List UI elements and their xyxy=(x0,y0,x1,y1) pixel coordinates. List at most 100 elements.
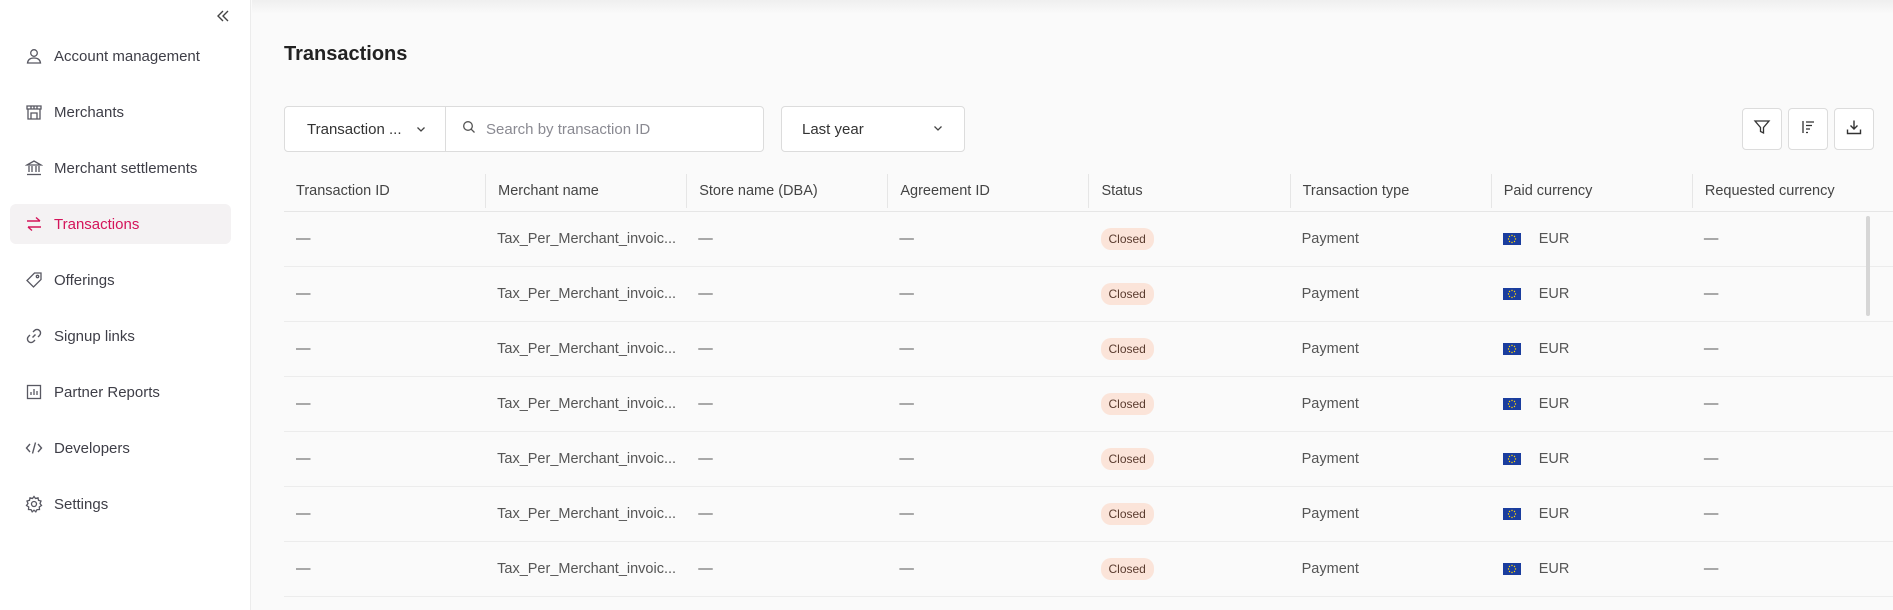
code-icon xyxy=(24,438,44,458)
sidebar-item-partner-reports[interactable]: Partner Reports xyxy=(10,372,231,412)
cell-store-name: — xyxy=(698,341,713,357)
table-header: Transaction ID Merchant name Store name … xyxy=(284,170,1893,212)
eu-flag-icon xyxy=(1502,343,1521,355)
eu-flag-icon xyxy=(1502,398,1521,410)
cell-merchant-name: Tax_Per_Merchant_invoic... xyxy=(497,561,677,577)
filter-icon xyxy=(1753,118,1771,141)
main-content: Transactions Transaction ... Last yea xyxy=(252,0,1893,610)
cell-transaction-type: Payment xyxy=(1301,451,1359,467)
status-badge: Closed xyxy=(1100,338,1154,360)
table-row[interactable]: — Tax_Per_Merchant_invoic... — — Closed Payme… xyxy=(284,432,1893,487)
cell-status: Closed xyxy=(1089,228,1290,250)
cell-status: Closed xyxy=(1089,448,1290,470)
cell-status: Closed xyxy=(1089,503,1290,525)
sidebar-item-label: Partner Reports xyxy=(54,383,160,401)
sidebar-nav: Account management Merchants Merchant se… xyxy=(10,36,231,540)
app-root: Account management Merchants Merchant se… xyxy=(0,0,1893,610)
currency-code: EUR xyxy=(1538,561,1570,577)
transactions-table: Transaction ID Merchant name Store name … xyxy=(284,170,1893,597)
search-input[interactable] xyxy=(486,120,746,138)
cell-transaction-id: — xyxy=(296,286,311,302)
period-select[interactable]: Last year xyxy=(781,106,965,152)
sidebar-item-developers[interactable]: Developers xyxy=(10,428,231,468)
search-icon xyxy=(462,120,476,139)
cell-transaction-id: — xyxy=(296,231,311,247)
column-header-paid-currency[interactable]: Paid currency xyxy=(1490,173,1692,208)
period-value: Last year xyxy=(802,120,864,138)
column-header-agreement-id[interactable]: Agreement ID xyxy=(887,173,1088,208)
gear-icon xyxy=(24,494,44,514)
sort-icon xyxy=(1799,118,1817,141)
sidebar-item-merchants[interactable]: Merchants xyxy=(10,92,231,132)
cell-transaction-type: Payment xyxy=(1301,231,1359,247)
sidebar-item-account-management[interactable]: Account management xyxy=(10,36,231,76)
column-header-store-name[interactable]: Store name (DBA) xyxy=(686,173,887,208)
cell-agreement-id: — xyxy=(899,396,914,412)
status-badge: Closed xyxy=(1100,503,1154,525)
download-button[interactable] xyxy=(1834,108,1874,150)
cell-transaction-id: — xyxy=(296,451,311,467)
sort-button[interactable] xyxy=(1788,108,1828,150)
sidebar-item-label: Merchants xyxy=(54,103,125,121)
table-body: — Tax_Per_Merchant_invoic... — — Closed Payme… xyxy=(284,212,1893,597)
sidebar-item-signup-links[interactable]: Signup links xyxy=(10,316,231,356)
cell-agreement-id: — xyxy=(899,341,914,357)
column-header-transaction-type[interactable]: Transaction type xyxy=(1289,173,1491,208)
cell-requested-currency: — xyxy=(1703,451,1719,467)
link-icon xyxy=(24,326,44,346)
status-badge: Closed xyxy=(1100,393,1154,415)
column-header-transaction-id[interactable]: Transaction ID xyxy=(284,174,485,208)
cell-transaction-type: Payment xyxy=(1301,396,1359,412)
table-row[interactable]: — Tax_Per_Merchant_invoic... — — Closed Payme… xyxy=(284,487,1893,542)
cell-transaction-id: — xyxy=(296,341,311,357)
cell-transaction-type: Payment xyxy=(1301,341,1359,357)
cell-transaction-type: Payment xyxy=(1301,561,1359,577)
sidebar-item-offerings[interactable]: Offerings xyxy=(10,260,231,300)
transfer-arrows-icon xyxy=(24,214,44,234)
cell-requested-currency: — xyxy=(1703,396,1719,412)
column-header-merchant-name[interactable]: Merchant name xyxy=(485,173,686,208)
cell-requested-currency: — xyxy=(1703,561,1719,577)
cell-agreement-id: — xyxy=(899,506,914,522)
table-row[interactable]: — Tax_Per_Merchant_invoic... — — Closed Payme… xyxy=(284,377,1893,432)
currency-code: EUR xyxy=(1538,506,1570,522)
sidebar-item-settings[interactable]: Settings xyxy=(10,484,231,524)
cell-transaction-id: — xyxy=(296,561,311,577)
column-header-requested-currency[interactable]: Requested currency xyxy=(1691,173,1893,208)
table-row[interactable]: — Tax_Per_Merchant_invoic... — — Closed Payme… xyxy=(284,542,1893,597)
search-field[interactable] xyxy=(446,107,763,151)
cell-store-name: — xyxy=(698,451,713,467)
sidebar-item-transactions[interactable]: Transactions xyxy=(10,204,231,244)
collapse-sidebar-button[interactable] xyxy=(213,8,233,28)
currency-code: EUR xyxy=(1538,286,1570,302)
cell-store-name: — xyxy=(698,231,713,247)
sidebar-item-label: Merchant settlements xyxy=(54,159,198,177)
currency-code: EUR xyxy=(1538,451,1570,467)
cell-agreement-id: — xyxy=(899,451,914,467)
table-row[interactable]: — Tax_Per_Merchant_invoic... — — Closed Payme… xyxy=(284,267,1893,322)
page-title: Transactions xyxy=(284,43,408,65)
eu-flag-icon xyxy=(1502,288,1521,300)
table-row[interactable]: — Tax_Per_Merchant_invoic... — — Closed Payme… xyxy=(284,322,1893,377)
table-row[interactable]: — Tax_Per_Merchant_invoic... — — Closed Payme… xyxy=(284,212,1893,267)
status-badge: Closed xyxy=(1100,448,1154,470)
cell-paid-currency: EUR xyxy=(1491,396,1692,412)
search-group: Transaction ... xyxy=(284,106,764,152)
cell-agreement-id: — xyxy=(899,561,914,577)
sidebar-item-merchant-settlements[interactable]: Merchant settlements xyxy=(10,148,231,188)
sidebar-item-label: Developers xyxy=(54,439,130,457)
column-header-status[interactable]: Status xyxy=(1088,173,1289,208)
search-type-select[interactable]: Transaction ... xyxy=(285,107,446,151)
table-scrollbar[interactable] xyxy=(1866,216,1870,316)
cell-merchant-name: Tax_Per_Merchant_invoic... xyxy=(497,231,677,247)
filter-button[interactable] xyxy=(1742,108,1782,150)
cell-store-name: — xyxy=(698,396,713,412)
cell-paid-currency: EUR xyxy=(1491,286,1692,302)
bar-chart-icon xyxy=(24,382,44,402)
chevron-down-icon xyxy=(415,123,427,135)
cell-paid-currency: EUR xyxy=(1491,231,1692,247)
cell-transaction-type: Payment xyxy=(1301,506,1359,522)
cell-requested-currency: — xyxy=(1703,231,1719,247)
status-badge: Closed xyxy=(1100,228,1154,250)
cell-merchant-name: Tax_Per_Merchant_invoic... xyxy=(497,396,677,412)
